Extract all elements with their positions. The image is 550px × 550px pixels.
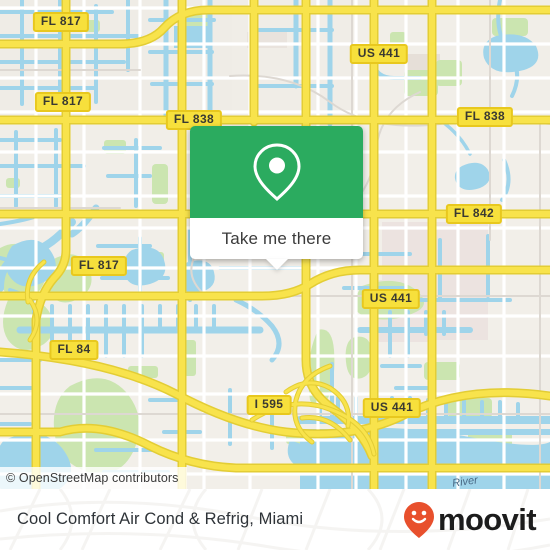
road-shield: US 441 [349, 44, 409, 64]
footer-bar: Cool Comfort Air Cond & Refrig, Miami mo… [0, 489, 550, 550]
moovit-wordmark: moovit [437, 502, 537, 537]
moovit-smiley-pin-icon [403, 501, 434, 538]
road-shield: US 441 [361, 289, 421, 309]
road-shield: I 595 [246, 395, 292, 415]
road-shield: FL 842 [445, 204, 503, 224]
map-canvas[interactable]: FL 817 FL 817 FL 838 US 441 FL 838 FL 842 FL 8… [0, 0, 550, 489]
take-me-there-label: Take me there [221, 228, 332, 248]
map-screenshot-root: FL 817 FL 817 FL 838 US 441 FL 838 FL 842 FL 8… [0, 0, 550, 550]
osm-attribution[interactable]: © OpenStreetMap contributors [0, 467, 187, 489]
moovit-logo[interactable]: moovit [403, 501, 537, 539]
callout-icon-area [190, 126, 363, 218]
map-callout-card[interactable]: Take me there [190, 126, 363, 270]
road-shield: FL 84 [49, 340, 99, 360]
callout-pointer [265, 259, 288, 270]
map-pin-icon [252, 143, 301, 201]
road-shield: FL 838 [456, 107, 514, 127]
road-shield: US 441 [362, 398, 422, 418]
place-name-label: Cool Comfort Air Cond & Refrig, Miami [17, 510, 304, 528]
road-shield: FL 817 [70, 256, 128, 276]
road-shield: FL 817 [34, 92, 92, 112]
callout-action-area[interactable]: Take me there [190, 218, 363, 270]
road-shield: FL 817 [32, 12, 90, 32]
